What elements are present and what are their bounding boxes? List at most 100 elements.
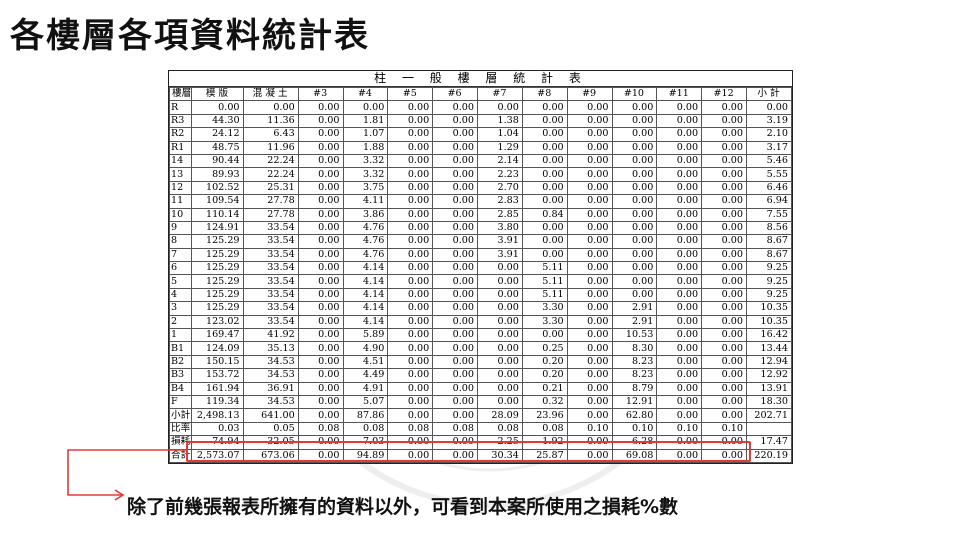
table-cell: 0.00 [611,247,658,263]
table-cell: 3.91 [477,247,523,263]
table-cell: 0.00 [387,314,434,330]
table-cell: 7.55 [745,207,793,222]
table-cell: 0.00 [297,328,344,343]
table-cell: 44.30 [191,113,244,129]
column-header: #3 [297,86,344,102]
table-cell: 0.00 [656,341,703,356]
table-cell: 0.00 [611,220,658,236]
table-cell: 2.91 [611,314,658,330]
table-cell: 0.00 [566,153,613,169]
table-cell: 0.84 [521,207,568,222]
table-row: B1 124.09 35.13 0.00 4.90 0.00 0.00 0.00 0.25 0.0… [168,341,793,356]
table-cell: 0.00 [297,100,344,115]
table-cell: 3.17 [745,140,793,155]
table-cell: 0.00 [701,328,747,343]
table-cell: 0.00 [521,167,568,182]
column-header: #7 [477,86,523,102]
table-cell: 125.29 [191,261,244,276]
table-cell: 0.00 [297,207,344,222]
table-cell: 0.00 [521,100,568,115]
table-cell: 0.00 [566,314,613,330]
table-cell: 0.00 [656,261,703,276]
statistics-table: 樓層模 版混 凝 土 #3 #4 #5 #6 #7 #8 #9 #10 #11 #12 小 計 R 0.… [168,86,793,463]
table-cell: 0.00 [387,127,434,142]
sheet-title: 柱 一 般 樓 層 統 計 表 [169,71,792,87]
table-cell: 0.00 [611,153,658,169]
table-cell: 0.00 [656,127,703,142]
table-cell: 0.00 [701,287,747,303]
table-cell: 0.00 [566,328,613,343]
table-cell: 673.06 [242,448,299,463]
table-cell: 0.00 [566,194,613,209]
row-label: B3 [168,368,193,383]
table-cell: 11.36 [242,113,299,129]
table-cell: 0.00 [611,274,658,289]
table-cell: 33.54 [242,301,299,316]
table-cell: 0.00 [701,408,747,423]
table-cell: 0.00 [521,247,568,263]
table-cell: 0.00 [656,194,703,209]
row-label: B2 [168,354,193,370]
table-header-row: 樓層模 版混 凝 土 #3 #4 #5 #6 #7 #8 #9 #10 #11 #12 小 計 [168,86,793,102]
table-cell: 0.00 [297,448,344,463]
table-cell: 3.32 [342,167,389,182]
table-cell: 0.00 [387,328,434,343]
table-cell: 0.00 [387,100,434,115]
table-cell: 33.54 [242,247,299,263]
table-cell: 0.00 [477,354,523,370]
table-cell: 8.30 [611,341,658,356]
table-cell: 48.75 [191,140,244,155]
table-cell: 0.03 [191,421,244,437]
table-cell: 2.10 [745,127,793,142]
table-cell: 124.09 [191,341,244,356]
column-header: #8 [521,86,568,102]
table-cell: 90.44 [191,153,244,169]
table-cell: 0.00 [297,167,344,182]
row-label: 13 [168,167,193,182]
table-cell: 0.00 [701,153,747,169]
table-cell: 0.10 [611,421,658,437]
table-cell: 34.53 [242,368,299,383]
table-row: 11 109.54 27.78 0.00 4.11 0.00 0.00 2.83 0.00 0.0… [168,194,793,209]
table-cell: 0.00 [611,287,658,303]
table-cell: 4.14 [342,301,389,316]
table-cell: 0.00 [701,341,747,356]
table-cell: 0.32 [521,394,568,410]
table-cell: 0.00 [611,207,658,222]
column-header: #11 [656,86,703,102]
table-cell: 0.00 [477,341,523,356]
table-cell: 0.00 [297,368,344,383]
table-row: B4 161.94 36.91 0.00 4.91 0.00 0.00 0.00 0.21 0.0… [168,381,793,396]
table-cell: 0.00 [701,314,747,330]
table-cell: 0.20 [521,354,568,370]
table-cell: 0.00 [701,394,747,410]
table-cell: 0.00 [387,274,434,289]
table-cell: 4.76 [342,247,389,263]
table-cell: 0.00 [656,448,703,463]
table-cell: 0.00 [297,435,344,450]
table-cell: 0.00 [387,368,434,383]
table-cell: 0.00 [297,341,344,356]
table-cell: 87.86 [342,408,389,423]
table-cell: 11.96 [242,140,299,155]
table-cell: 0.00 [432,328,479,343]
table-row: 7 125.29 33.54 0.00 4.76 0.00 0.00 3.91 0.00 0.00… [168,247,793,263]
table-cell: 8.23 [611,354,658,370]
table-cell: 0.00 [701,368,747,383]
table-cell: 0.00 [566,287,613,303]
table-cell: 0.00 [656,100,703,115]
table-cell: 33.54 [242,274,299,289]
table-cell: 0.00 [701,301,747,316]
table-cell: 0.00 [701,113,747,129]
table-cell: 0.00 [566,167,613,182]
table-cell: 0.00 [566,113,613,129]
column-header: 小 計 [745,86,793,102]
table-cell: 0.00 [656,274,703,289]
table-cell: 0.00 [566,408,613,423]
table-cell: 2,498.13 [191,408,244,423]
table-cell: 22.24 [242,153,299,169]
table-cell: 7.03 [342,435,389,450]
table-cell: 8.56 [745,220,793,236]
table-cell: 0.00 [297,234,344,249]
table-cell: 4.76 [342,220,389,236]
